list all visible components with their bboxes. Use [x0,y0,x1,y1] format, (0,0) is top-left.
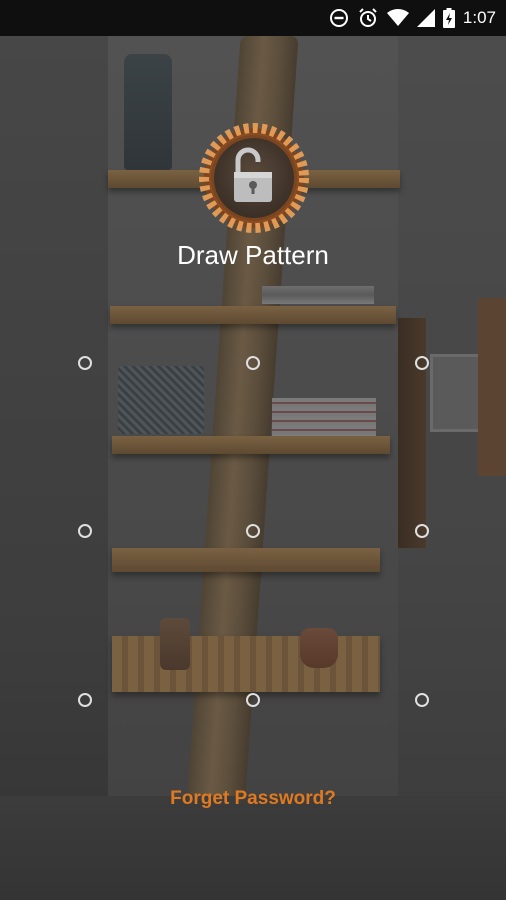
wifi-icon [386,9,409,27]
do-not-disturb-icon [329,8,349,28]
cellular-signal-icon [416,9,435,27]
pattern-dot[interactable] [78,356,92,370]
status-bar: 1:07 [0,0,506,36]
shelf [112,548,380,572]
wall [0,36,108,900]
floor [0,796,506,900]
pattern-dot[interactable] [246,356,260,370]
door [398,318,426,548]
shelf [112,436,390,454]
lock-badge [198,122,310,234]
jar [160,618,190,670]
shelf [112,636,380,692]
books [272,398,376,436]
alarm-icon [357,7,379,29]
forget-password-link[interactable]: Forget Password? [0,788,506,810]
pattern-dot[interactable] [246,693,260,707]
basket [118,366,204,434]
page-title: Draw Pattern [177,240,329,270]
lantern [124,54,172,170]
battery-charging-icon [442,8,455,28]
pattern-dot[interactable] [415,693,429,707]
shelf [110,306,396,324]
pattern-dot[interactable] [78,693,92,707]
pattern-dot[interactable] [246,524,260,538]
pattern-dot[interactable] [415,356,429,370]
unlocked-padlock-icon [199,123,309,233]
cabinet [478,298,506,476]
pattern-dot[interactable] [78,524,92,538]
clock-time: 1:07 [462,8,496,27]
pot [300,628,338,668]
pattern-dot[interactable] [415,524,429,538]
books [262,286,374,304]
